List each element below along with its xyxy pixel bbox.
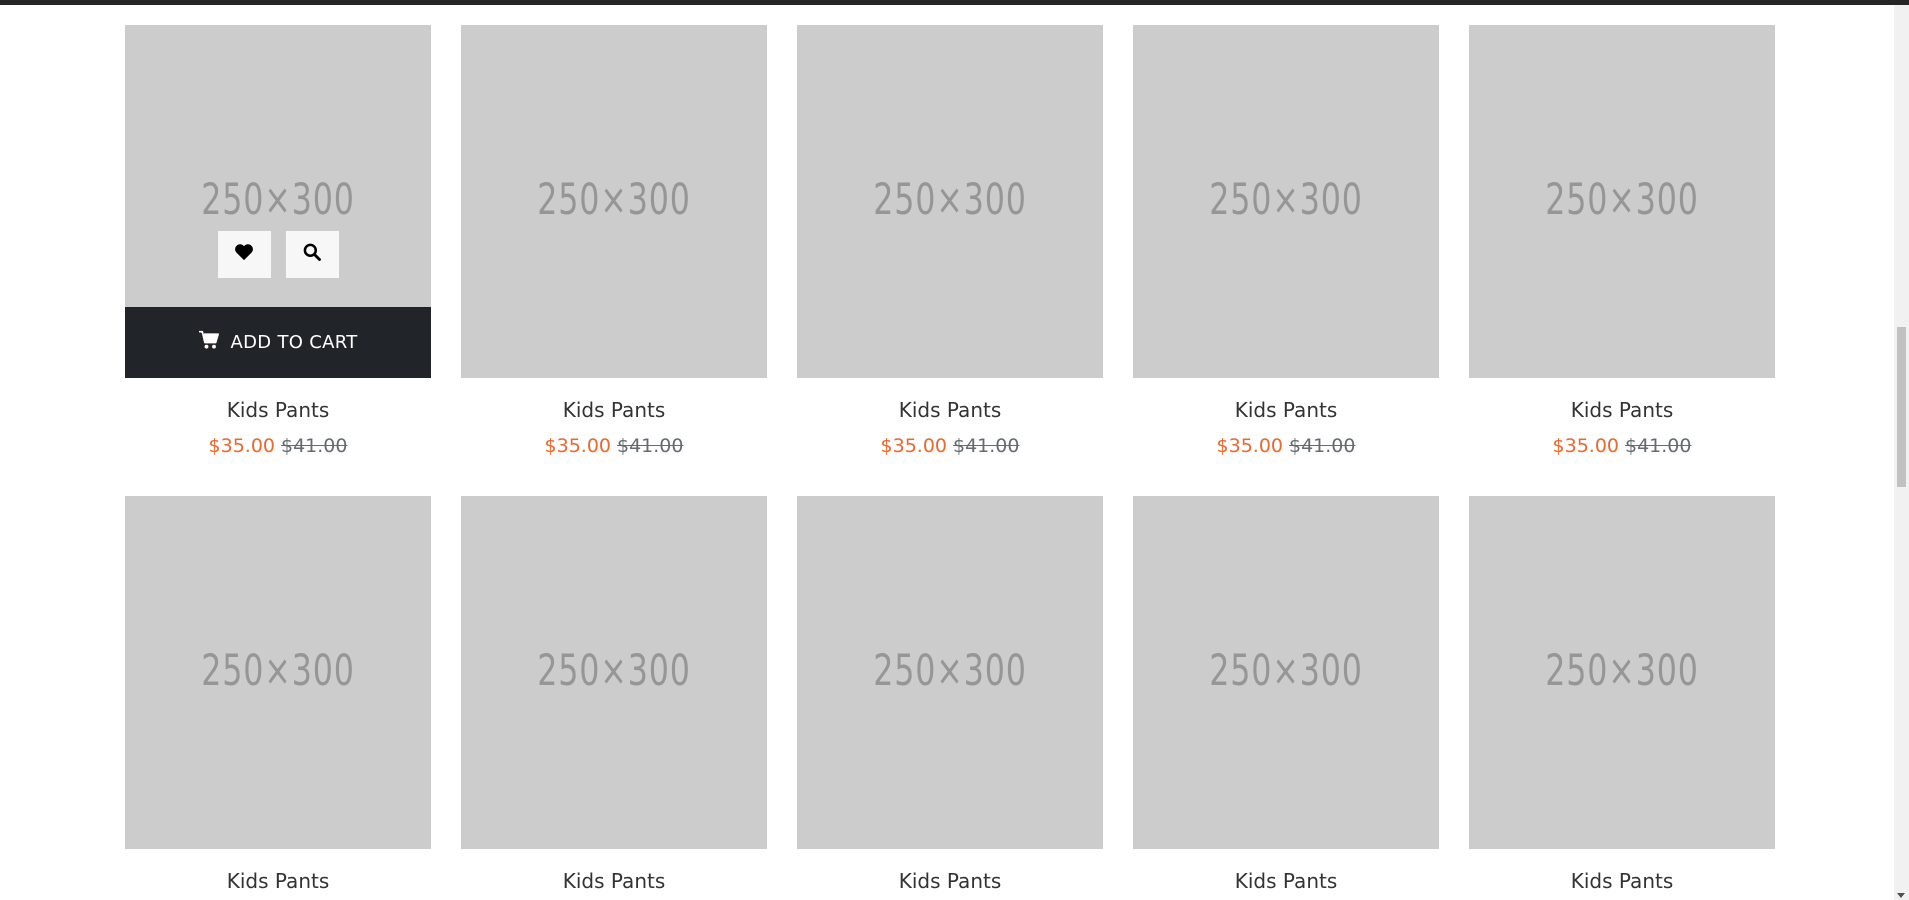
- image-placeholder-label: 250×300: [873, 646, 1027, 696]
- image-placeholder-label: 250×300: [537, 175, 691, 225]
- product-image[interactable]: 250×300: [461, 496, 767, 849]
- product-card[interactable]: 250×300 Kids Pants: [461, 496, 767, 900]
- price-row: $35.00 $41.00: [125, 435, 431, 457]
- price-row: $35.00 $41.00: [797, 435, 1103, 457]
- cart-icon: [198, 330, 220, 355]
- product-name[interactable]: Kids Pants: [1469, 869, 1775, 893]
- heart-icon: [234, 243, 254, 266]
- sale-price: $35.00: [880, 435, 947, 457]
- add-to-cart-label: ADD TO CART: [230, 332, 358, 353]
- search-icon: [302, 242, 322, 267]
- product-card[interactable]: 250×300 Kids Pants: [797, 496, 1103, 900]
- product-name[interactable]: Kids Pants: [1133, 869, 1439, 893]
- sale-price: $35.00: [208, 435, 275, 457]
- price-row: $35.00 $41.00: [1133, 435, 1439, 457]
- original-price: $41.00: [617, 435, 684, 457]
- original-price: $41.00: [281, 435, 348, 457]
- product-card[interactable]: 250×300 Kids Pants: [1469, 496, 1775, 900]
- product-card[interactable]: 250×300 Kids Pants $35.00 $41.00: [1133, 25, 1439, 463]
- scroll-down-arrow-icon[interactable]: [1897, 893, 1905, 898]
- product-card[interactable]: 250×300 Kids Pants $35.00 $41.00: [797, 25, 1103, 463]
- product-image[interactable]: 250×300: [125, 496, 431, 849]
- product-actions: [125, 231, 431, 278]
- product-listing-page: 250×300 ADD TO CART Kids Pants $35.00 $41.00…: [0, 5, 1894, 900]
- product-image[interactable]: 250×300: [1133, 496, 1439, 849]
- product-card[interactable]: 250×300 Kids Pants $35.00 $41.00: [461, 25, 767, 463]
- product-image[interactable]: 250×300: [797, 25, 1103, 378]
- image-placeholder-label: 250×300: [201, 175, 355, 225]
- wishlist-button[interactable]: [217, 231, 271, 278]
- vertical-scrollbar[interactable]: [1894, 5, 1909, 900]
- product-card[interactable]: 250×300 Kids Pants: [125, 496, 431, 900]
- product-grid: 250×300 ADD TO CART Kids Pants $35.00 $41.00…: [125, 25, 1775, 900]
- product-image[interactable]: 250×300: [1133, 25, 1439, 378]
- product-name[interactable]: Kids Pants: [125, 869, 431, 893]
- original-price: $41.00: [1625, 435, 1692, 457]
- product-image[interactable]: 250×300: [797, 496, 1103, 849]
- image-placeholder-label: 250×300: [873, 175, 1027, 225]
- product-card[interactable]: 250×300 ADD TO CART Kids Pants $35.00 $41.00: [125, 25, 431, 463]
- product-image[interactable]: 250×300: [461, 25, 767, 378]
- product-image[interactable]: 250×300: [1469, 25, 1775, 378]
- sale-price: $35.00: [544, 435, 611, 457]
- product-name[interactable]: Kids Pants: [797, 398, 1103, 422]
- add-to-cart-button[interactable]: ADD TO CART: [125, 307, 431, 378]
- sale-price: $35.00: [1216, 435, 1283, 457]
- price-row: $35.00 $41.00: [1469, 435, 1775, 457]
- product-name[interactable]: Kids Pants: [1133, 398, 1439, 422]
- original-price: $41.00: [1289, 435, 1356, 457]
- sale-price: $35.00: [1552, 435, 1619, 457]
- product-name[interactable]: Kids Pants: [461, 398, 767, 422]
- product-name[interactable]: Kids Pants: [1469, 398, 1775, 422]
- image-placeholder-label: 250×300: [1209, 646, 1363, 696]
- product-name[interactable]: Kids Pants: [797, 869, 1103, 893]
- image-placeholder-label: 250×300: [537, 646, 691, 696]
- scrollbar-thumb[interactable]: [1897, 327, 1906, 487]
- image-placeholder-label: 250×300: [1209, 175, 1363, 225]
- image-placeholder-label: 250×300: [201, 646, 355, 696]
- original-price: $41.00: [953, 435, 1020, 457]
- product-image[interactable]: 250×300: [1469, 496, 1775, 849]
- image-placeholder-label: 250×300: [1545, 175, 1699, 225]
- product-name[interactable]: Kids Pants: [125, 398, 431, 422]
- quick-view-button[interactable]: [285, 231, 339, 278]
- image-placeholder-label: 250×300: [1545, 646, 1699, 696]
- product-card[interactable]: 250×300 Kids Pants: [1133, 496, 1439, 900]
- product-card[interactable]: 250×300 Kids Pants $35.00 $41.00: [1469, 25, 1775, 463]
- price-row: $35.00 $41.00: [461, 435, 767, 457]
- product-image[interactable]: 250×300 ADD TO CART: [125, 25, 431, 378]
- product-name[interactable]: Kids Pants: [461, 869, 767, 893]
